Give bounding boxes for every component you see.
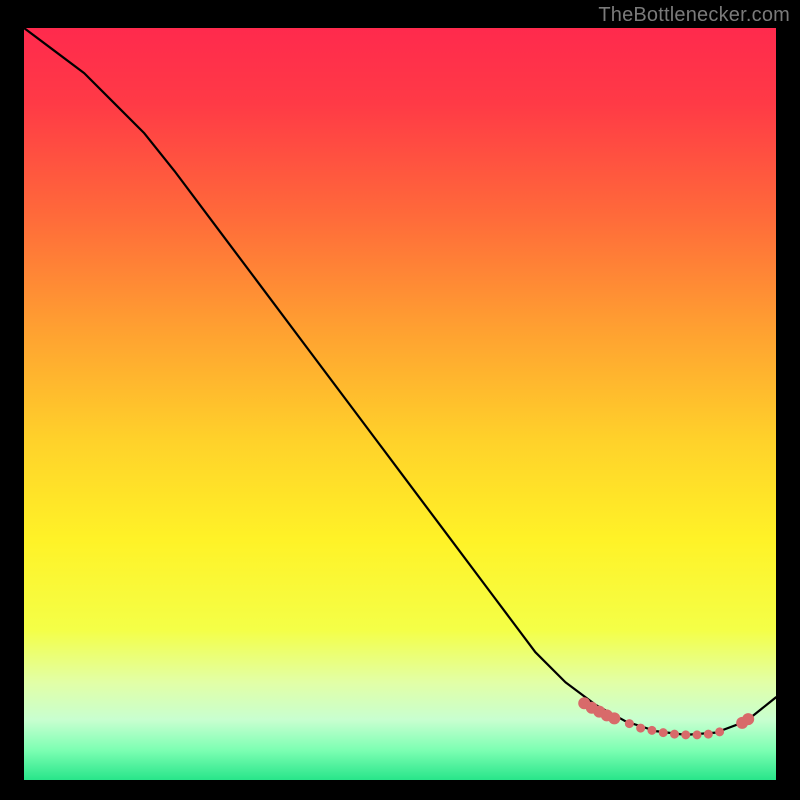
marker-dot	[636, 724, 645, 733]
marker-dot	[659, 728, 668, 737]
chart-container: TheBottlenecker.com	[0, 0, 800, 800]
marker-dot	[647, 726, 656, 735]
chart-svg	[24, 28, 776, 780]
marker-dot	[625, 719, 634, 728]
marker-dot	[693, 730, 702, 739]
marker-dot	[681, 730, 690, 739]
plot-area	[24, 28, 776, 780]
marker-dot	[715, 727, 724, 736]
attribution-text: TheBottlenecker.com	[598, 4, 790, 27]
marker-dot	[670, 730, 679, 739]
marker-dot	[608, 712, 620, 724]
marker-dot	[742, 713, 754, 725]
marker-dot	[704, 730, 713, 739]
gradient-background	[24, 28, 776, 780]
